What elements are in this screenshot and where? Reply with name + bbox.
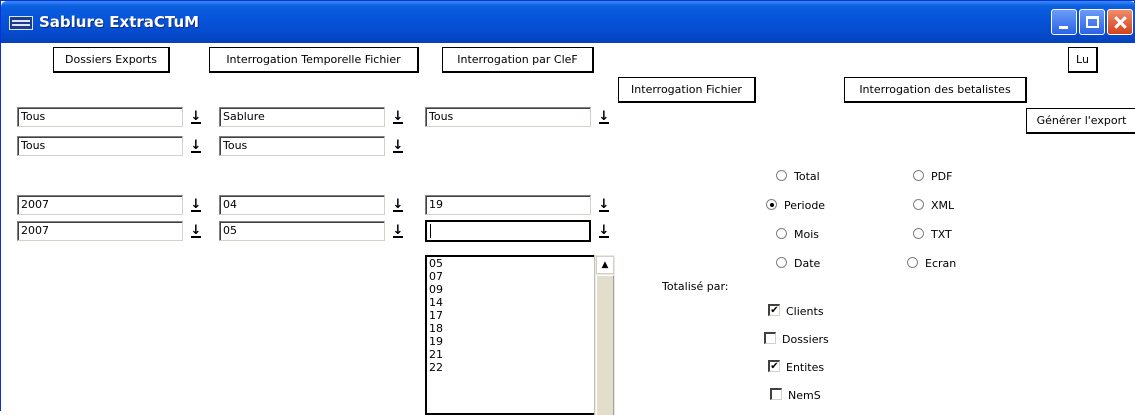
- radio-icon: [776, 169, 787, 181]
- to-day-field[interactable]: [425, 220, 591, 242]
- from-year-field[interactable]: 2007: [17, 195, 183, 215]
- radio-icon: [913, 198, 924, 210]
- to-month-field[interactable]: 05: [219, 221, 385, 241]
- filter-5-dropdown-icon[interactable]: [389, 136, 407, 156]
- to-month-dropdown-icon[interactable]: [389, 221, 407, 241]
- list-item[interactable]: 18: [427, 322, 615, 335]
- list-scrollbar[interactable]: ▲: [594, 255, 615, 415]
- radio-xml[interactable]: XML: [913, 198, 954, 214]
- radio-periode[interactable]: Periode: [766, 198, 825, 214]
- radio-icon: [907, 256, 918, 268]
- main-panel: Dossiers Exports Interrogation Temporell…: [1, 43, 1135, 415]
- radio-icon: [776, 227, 787, 239]
- list-item[interactable]: 07: [427, 270, 615, 283]
- filter-1-field[interactable]: Tous: [17, 107, 183, 127]
- radio-date[interactable]: Date: [776, 256, 820, 272]
- interrogation-clef-button[interactable]: Interrogation par CleF: [442, 47, 594, 73]
- checkbox-nems[interactable]: NemS: [770, 388, 821, 404]
- list-item[interactable]: 14: [427, 296, 615, 309]
- minimize-icon: [1059, 26, 1068, 29]
- filter-2-field[interactable]: Sablure: [219, 107, 385, 127]
- list-item[interactable]: 19: [427, 335, 615, 348]
- radio-pdf[interactable]: PDF: [913, 169, 952, 185]
- filter-2-dropdown-icon[interactable]: [389, 107, 407, 127]
- app-icon: [9, 16, 33, 30]
- app-window: Sablure ExtraCTuM Dossiers Exports Inter…: [0, 0, 1135, 415]
- from-year-dropdown-icon[interactable]: [187, 195, 205, 215]
- radio-ecran[interactable]: Ecran: [907, 256, 956, 272]
- filter-4-field[interactable]: Tous: [17, 136, 183, 156]
- radio-txt[interactable]: TXT: [913, 227, 952, 243]
- lu-button[interactable]: Lu: [1068, 47, 1098, 73]
- checkbox-icon: [764, 332, 776, 344]
- maximize-button[interactable]: [1079, 9, 1105, 35]
- from-month-dropdown-icon[interactable]: [389, 195, 407, 215]
- checkbox-icon: [770, 388, 782, 400]
- interrogation-temporelle-button[interactable]: Interrogation Temporelle Fichier: [209, 47, 419, 73]
- radio-icon: [913, 227, 924, 239]
- checkbox-dossiers[interactable]: Dossiers: [764, 332, 829, 348]
- checkbox-checked-icon: ✔: [768, 360, 780, 372]
- list-item[interactable]: 09: [427, 283, 615, 296]
- day-dropdown-list[interactable]: 05 07 09 14 17 18 19 21 22: [425, 255, 615, 415]
- list-item[interactable]: 05: [427, 257, 615, 270]
- filter-3-dropdown-icon[interactable]: [595, 107, 613, 127]
- to-year-field[interactable]: 2007: [17, 221, 183, 241]
- list-item[interactable]: 22: [427, 361, 615, 374]
- filter-3-field[interactable]: Tous: [425, 107, 591, 127]
- scroll-thumb[interactable]: [596, 275, 614, 415]
- interrogation-fichier-button[interactable]: Interrogation Fichier: [618, 77, 756, 103]
- to-day-dropdown-icon[interactable]: [595, 221, 613, 241]
- radio-icon: [776, 256, 787, 268]
- to-year-dropdown-icon[interactable]: [187, 221, 205, 241]
- radio-total[interactable]: Total: [776, 169, 820, 185]
- filter-5-field[interactable]: Tous: [219, 136, 385, 156]
- list-item[interactable]: 17: [427, 309, 615, 322]
- checkbox-checked-icon: ✔: [768, 304, 780, 316]
- radio-mois[interactable]: Mois: [776, 227, 819, 243]
- interrogation-betalistes-button[interactable]: Interrogation des betalistes: [844, 77, 1027, 103]
- list-item[interactable]: 21: [427, 348, 615, 361]
- from-month-field[interactable]: 04: [219, 195, 385, 215]
- minimize-button[interactable]: [1051, 9, 1077, 35]
- window-title: Sablure ExtraCTuM: [39, 13, 200, 31]
- close-button[interactable]: [1107, 9, 1133, 35]
- generer-export-button[interactable]: Générer l'export: [1026, 108, 1135, 134]
- filter-1-dropdown-icon[interactable]: [187, 107, 205, 127]
- totalise-label: Totalisé par:: [662, 280, 729, 293]
- maximize-icon: [1086, 16, 1099, 28]
- checkbox-entites[interactable]: ✔ Entites: [768, 360, 824, 376]
- filter-4-dropdown-icon[interactable]: [187, 136, 205, 156]
- radio-icon: [913, 169, 924, 181]
- text-caret: [430, 224, 431, 238]
- checkbox-clients[interactable]: ✔ Clients: [768, 304, 824, 320]
- from-day-dropdown-icon[interactable]: [595, 195, 613, 215]
- from-day-field[interactable]: 19: [425, 195, 591, 215]
- scroll-up-icon[interactable]: ▲: [596, 256, 614, 274]
- radio-selected-icon: [766, 198, 777, 210]
- dossiers-exports-button[interactable]: Dossiers Exports: [53, 47, 170, 73]
- title-bar[interactable]: Sablure ExtraCTuM: [1, 1, 1135, 43]
